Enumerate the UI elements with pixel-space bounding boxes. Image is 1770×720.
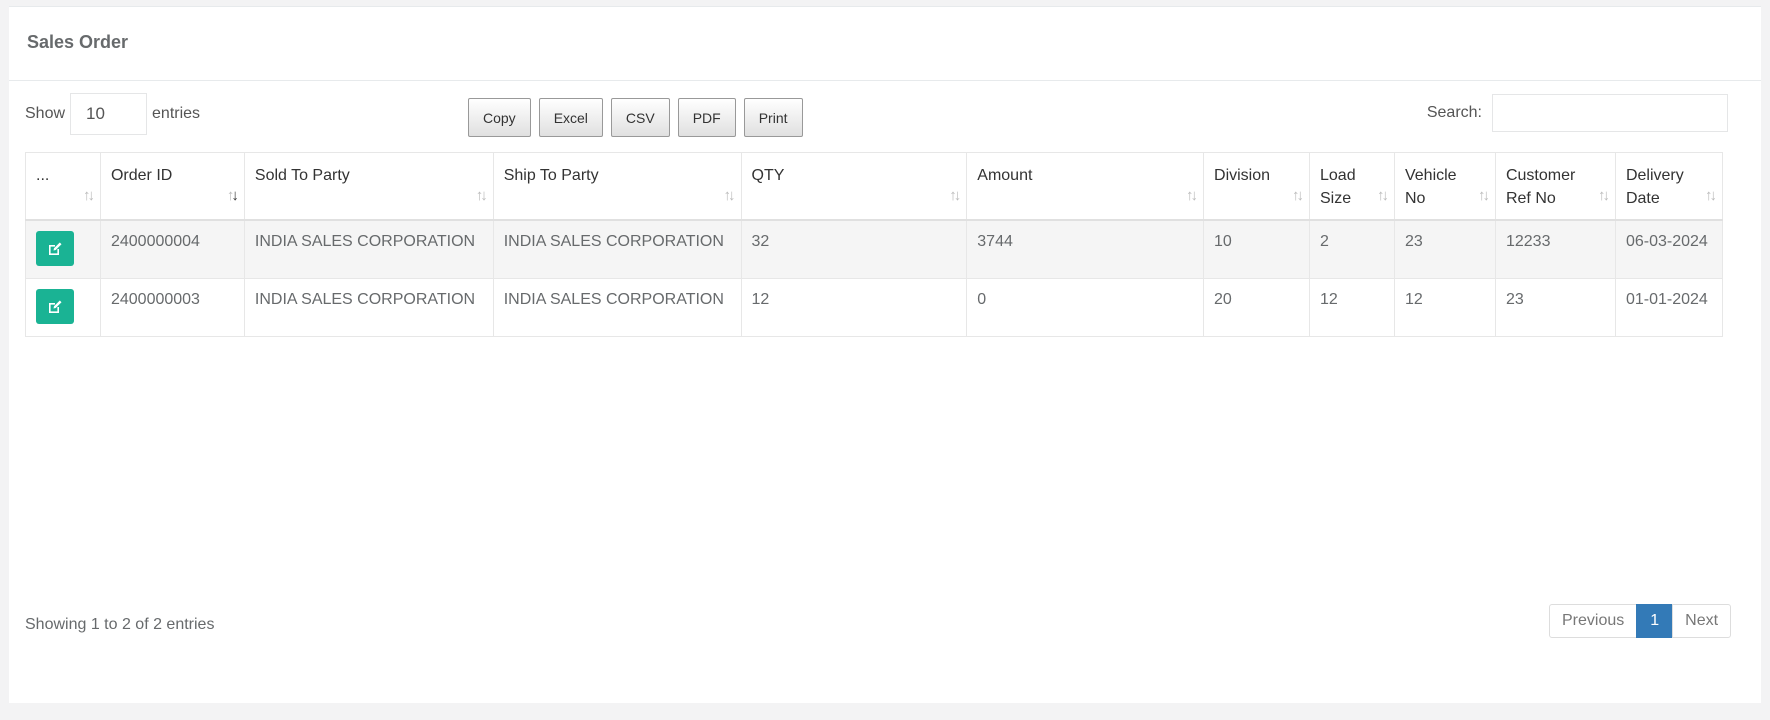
vehicle-no-cell: 12 [1393, 278, 1496, 337]
column-header-division[interactable]: Division ↑↓ [1203, 152, 1310, 221]
vehicle-no-cell: 23 [1393, 219, 1496, 279]
page-title: Sales Order [27, 32, 129, 52]
edit-icon [49, 242, 62, 255]
sort-icon: ↑↓ [1705, 187, 1717, 204]
edit-button[interactable] [36, 289, 74, 324]
sort-icon: ↑↓ [475, 187, 488, 204]
column-header-qty[interactable]: QTY ↑↓ [740, 152, 968, 221]
excel-button[interactable]: Excel [538, 98, 603, 137]
load-size-cell: 2 [1309, 219, 1395, 279]
order-id-cell: 2400000004 [99, 219, 245, 279]
sold-to-party-cell: INDIA SALES CORPORATION [243, 278, 494, 337]
pdf-button[interactable]: PDF [677, 98, 736, 137]
next-page-button[interactable]: Next [1672, 604, 1732, 638]
entries-label: entries [152, 105, 201, 122]
column-header-order-id[interactable]: Order ID ↑↓ [99, 152, 245, 221]
column-header-sold-to-party[interactable]: Sold To Party ↑↓ [243, 152, 494, 221]
table-controls: Show 10 entries Copy Excel CSV PDF Print… [25, 93, 1728, 137]
column-header-ship-to-party[interactable]: Ship To Party ↑↓ [492, 152, 742, 221]
column-header-amount[interactable]: Amount ↑↓ [966, 152, 1205, 221]
sort-icon: ↑↓ [1292, 187, 1304, 204]
edit-button[interactable] [36, 231, 74, 266]
sort-icon: ↑↓ [1477, 187, 1490, 204]
sort-icon: ↑↓ [1186, 187, 1198, 204]
ship-to-party-cell: INDIA SALES CORPORATION [492, 219, 742, 279]
sort-icon: ↑↓ [82, 187, 95, 204]
copy-button[interactable]: Copy [468, 98, 531, 137]
table-row: 2400000003 INDIA SALES CORPORATION INDIA… [25, 278, 1724, 337]
entries-length: Show 10 entries [25, 93, 200, 135]
column-header-customer-ref-no[interactable]: Customer Ref No ↑↓ [1494, 152, 1616, 221]
table-row: 2400000004 INDIA SALES CORPORATION INDIA… [25, 219, 1724, 279]
amount-cell: 3744 [966, 219, 1205, 279]
division-cell: 20 [1203, 278, 1310, 337]
search-label: Search: [1426, 104, 1482, 121]
sort-icon: ↑↓ [1597, 187, 1610, 204]
search-area: Search: [1427, 93, 1728, 133]
sort-desc-icon: ↑↓ [226, 187, 239, 204]
edit-icon [49, 300, 62, 313]
load-size-cell: 12 [1309, 278, 1395, 337]
entries-select[interactable]: 10 [70, 93, 148, 135]
column-header-load-size[interactable]: Load Size ↑↓ [1309, 152, 1395, 221]
pagination: Previous 1 Next [1549, 604, 1732, 638]
csv-button[interactable]: CSV [610, 98, 670, 137]
order-id-cell: 2400000003 [99, 278, 245, 337]
sort-icon: ↑↓ [949, 187, 961, 204]
amount-cell: 0 [966, 278, 1205, 337]
customer-ref-no-cell: 12233 [1494, 219, 1616, 279]
customer-ref-no-cell: 23 [1494, 278, 1616, 337]
qty-cell: 32 [740, 219, 968, 279]
delivery-date-cell: 01-01-2024 [1614, 278, 1724, 337]
sort-icon: ↑↓ [1376, 187, 1389, 204]
search-input[interactable] [1492, 94, 1728, 132]
sold-to-party-cell: INDIA SALES CORPORATION [243, 219, 494, 279]
column-header-vehicle-no[interactable]: Vehicle No ↑↓ [1393, 152, 1496, 221]
ship-to-party-cell: INDIA SALES CORPORATION [492, 278, 742, 337]
sales-order-table: ... ↑↓ Order ID ↑↓ Sold To Party ↑↓ Ship To… [25, 152, 1724, 337]
qty-cell: 12 [740, 278, 968, 337]
print-button[interactable]: Print [743, 98, 803, 137]
table-header-row: ... ↑↓ Order ID ↑↓ Sold To Party ↑↓ Ship To… [25, 152, 1724, 221]
sort-icon: ↑↓ [723, 187, 736, 204]
panel-header: Sales Order [9, 7, 1761, 81]
table-info: Showing 1 to 2 of 2 entries [25, 616, 215, 633]
column-header-actions[interactable]: ... ↑↓ [25, 152, 101, 221]
delivery-date-cell: 06-03-2024 [1614, 219, 1724, 279]
division-cell: 10 [1203, 219, 1310, 279]
previous-page-button[interactable]: Previous [1549, 604, 1638, 638]
column-header-delivery-date[interactable]: Delivery Date ↑↓ [1614, 152, 1724, 221]
page-1-button[interactable]: 1 [1636, 604, 1674, 638]
show-label: Show [25, 105, 66, 122]
export-buttons: Copy Excel CSV PDF Print [468, 98, 803, 137]
